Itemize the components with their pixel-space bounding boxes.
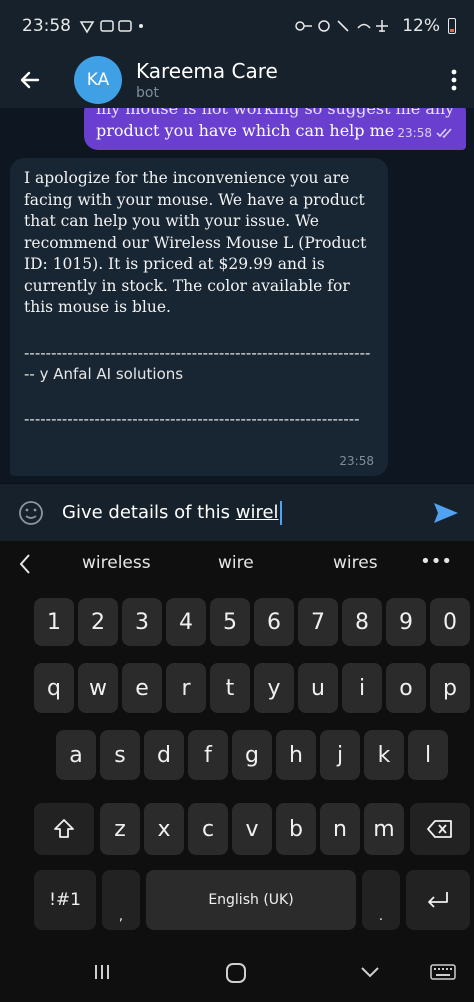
key-w[interactable]: w (78, 663, 118, 713)
period-key-label: . (378, 909, 384, 924)
key-8[interactable]: 8 (342, 598, 382, 646)
key-q[interactable]: q (34, 663, 74, 713)
enter-key[interactable] (406, 870, 470, 930)
incoming-message-time: 23:58 (339, 454, 374, 468)
key-z[interactable]: z (100, 803, 140, 855)
shift-key[interactable] (34, 803, 94, 855)
chat-area[interactable]: my mouse is not working so suggest me an… (0, 108, 474, 483)
key-1[interactable]: 1 (34, 598, 74, 646)
double-check-icon (436, 128, 452, 139)
more-options-icon[interactable] (434, 52, 474, 108)
key-g[interactable]: g (232, 730, 272, 780)
backspace-icon (427, 820, 452, 838)
battery-icon (448, 18, 456, 34)
key-b[interactable]: b (276, 803, 316, 855)
incoming-message-signature: ----------------------------------------… (24, 343, 371, 383)
status-time: 23:58 (22, 16, 71, 36)
avatar[interactable]: KA (74, 56, 122, 104)
suggestion-1[interactable]: wireless (82, 553, 151, 573)
key-c[interactable]: c (188, 803, 228, 855)
key-u[interactable]: u (298, 663, 338, 713)
key-y[interactable]: y (254, 663, 294, 713)
key-l[interactable]: l (408, 730, 448, 780)
key-5[interactable]: 5 (210, 598, 250, 646)
system-nav-bar (0, 948, 474, 1002)
key-4[interactable]: 4 (166, 598, 206, 646)
key-p[interactable]: p (430, 663, 470, 713)
incoming-message[interactable]: I apologize for the inconvenience you ar… (10, 158, 388, 476)
key-d[interactable]: d (144, 730, 184, 780)
key-h[interactable]: h (276, 730, 316, 780)
outgoing-message-line1: my mouse is not working so suggest me an… (96, 108, 455, 118)
key-f[interactable]: f (188, 730, 228, 780)
comma-key[interactable]: , (102, 870, 140, 930)
system-status-icons (295, 20, 389, 32)
message-input-composing-word: wirel (235, 502, 279, 523)
status-bar: 23:58 12% (0, 0, 474, 52)
recent-apps-icon[interactable] (92, 962, 112, 982)
key-s[interactable]: s (100, 730, 140, 780)
outgoing-message-line2: product you have which can help me (96, 121, 395, 140)
period-key[interactable]: . (362, 870, 400, 930)
key-k[interactable]: k (364, 730, 404, 780)
outgoing-message-time: 23:58 (397, 126, 432, 140)
key-m[interactable]: m (364, 803, 404, 855)
key-6[interactable]: 6 (254, 598, 294, 646)
message-input-text: Give details of this (62, 502, 236, 523)
comma-key-label: , (118, 909, 124, 924)
keyboard-switch-icon[interactable] (430, 962, 456, 982)
key-r[interactable]: r (166, 663, 206, 713)
chat-title-block[interactable]: Kareema Care bot (136, 59, 278, 101)
backspace-key[interactable] (410, 803, 470, 855)
send-icon[interactable] (418, 501, 474, 525)
key-x[interactable]: x (144, 803, 184, 855)
key-3[interactable]: 3 (122, 598, 162, 646)
chat-header: KA Kareema Care bot (0, 52, 474, 108)
shift-icon (54, 819, 74, 838)
key-i[interactable]: i (342, 663, 382, 713)
incoming-message-separator: ----------------------------------------… (24, 409, 360, 428)
back-arrow-icon[interactable] (0, 52, 60, 108)
incoming-message-body: I apologize for the inconvenience you ar… (24, 169, 367, 316)
suggestion-2[interactable]: wire (218, 553, 254, 573)
key-9[interactable]: 9 (386, 598, 426, 646)
notification-icons (79, 20, 143, 34)
key-a[interactable]: a (56, 730, 96, 780)
outgoing-message[interactable]: my mouse is not working so suggest me an… (84, 108, 466, 150)
chat-title: Kareema Care (136, 59, 278, 83)
key-n[interactable]: n (320, 803, 360, 855)
key-0[interactable]: 0 (430, 598, 470, 646)
emoji-icon[interactable] (0, 499, 62, 527)
suggestion-3[interactable]: wires (333, 553, 378, 573)
key-t[interactable]: t (210, 663, 250, 713)
hide-keyboard-icon[interactable] (359, 962, 381, 982)
chat-subtitle: bot (136, 85, 159, 101)
suggestion-more-button[interactable]: ••• (420, 551, 452, 572)
key-2[interactable]: 2 (78, 598, 118, 646)
key-e[interactable]: e (122, 663, 162, 713)
suggestion-back-icon[interactable] (0, 553, 50, 575)
key-j[interactable]: j (320, 730, 360, 780)
key-o[interactable]: o (386, 663, 426, 713)
battery-percent: 12% (402, 16, 440, 36)
space-key[interactable]: English (UK) (146, 870, 356, 930)
key-v[interactable]: v (232, 803, 272, 855)
key-7[interactable]: 7 (298, 598, 338, 646)
message-input[interactable]: Give details of this wirel (62, 500, 418, 525)
home-icon[interactable] (225, 962, 247, 984)
suggestion-bar: wireless wire wires ••• (0, 541, 474, 587)
outgoing-message-meta: 23:58 (397, 126, 454, 140)
text-caret (279, 500, 282, 525)
keyboard: wireless wire wires ••• 1 2 3 4 5 6 7 8 … (0, 541, 474, 1002)
enter-icon (428, 892, 448, 908)
message-composer: Give details of this wirel (0, 483, 474, 541)
symbols-key[interactable]: !#1 (34, 870, 96, 930)
